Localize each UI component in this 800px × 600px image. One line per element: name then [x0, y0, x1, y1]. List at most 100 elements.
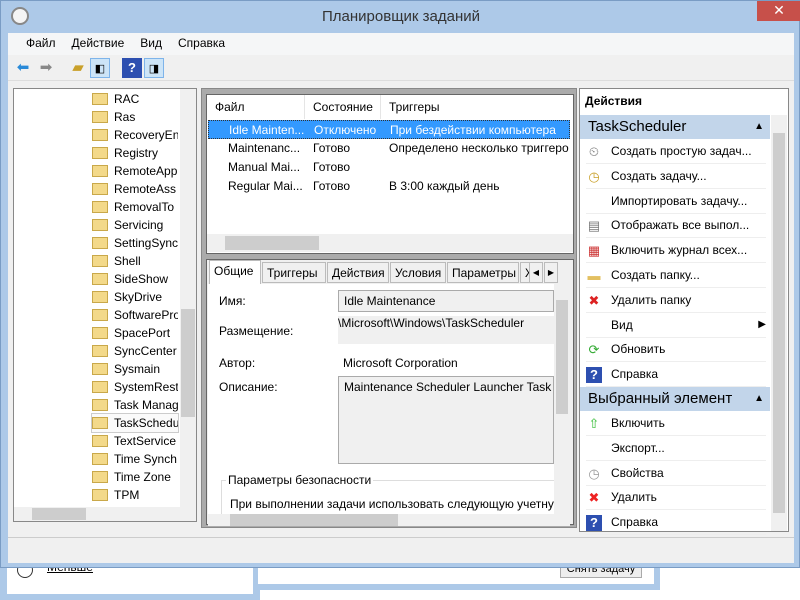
- action-item[interactable]: ⇧ Включить: [586, 411, 766, 436]
- tree-item[interactable]: Time Zone: [92, 468, 178, 486]
- tree-item[interactable]: SettingSync: [92, 234, 178, 252]
- column-header-triggers[interactable]: Триггеры: [381, 95, 571, 119]
- tree-item-label: RemoteAss: [114, 182, 177, 196]
- tree-item[interactable]: Task Manag: [92, 396, 178, 414]
- action-item[interactable]: ✖ Удалить: [586, 485, 766, 511]
- collapse-icon[interactable]: ▲: [754, 387, 764, 411]
- tree-item[interactable]: RemoteApp: [92, 162, 178, 180]
- description-field[interactable]: Maintenance Scheduler Launcher Task: [338, 376, 554, 464]
- cell-state: Готово: [313, 160, 351, 174]
- tab-1[interactable]: Триггеры: [262, 262, 326, 283]
- help-icon: ?: [586, 515, 602, 532]
- cell-name: Manual Mai...: [228, 160, 301, 174]
- cell-name: Regular Mai...: [228, 179, 303, 193]
- tree-item[interactable]: RemoteAss: [92, 180, 178, 198]
- tree-item[interactable]: Sysmain: [92, 360, 178, 378]
- action-label: Создать задачу...: [611, 168, 707, 183]
- menu-view[interactable]: Вид: [132, 33, 170, 55]
- folder-icon: [92, 399, 108, 411]
- tree-item[interactable]: RecoveryEn: [92, 126, 178, 144]
- action-item[interactable]: ? Справка: [586, 510, 766, 536]
- refresh-icon: ⟳: [588, 342, 600, 358]
- folder-icon: [92, 129, 108, 141]
- tree-item[interactable]: SideShow: [92, 270, 178, 288]
- tab-scroll-left[interactable]: ◀: [529, 262, 543, 283]
- group-header-selected-item[interactable]: Выбранный элемент ▲: [580, 387, 770, 411]
- tab-4[interactable]: Параметры: [447, 262, 519, 283]
- name-field[interactable]: Idle Maintenance: [338, 290, 554, 312]
- tree-item[interactable]: TextService: [92, 432, 178, 450]
- forward-icon[interactable]: ➡: [36, 58, 56, 78]
- author-field[interactable]: Microsoft Corporation: [338, 356, 554, 370]
- tree-item[interactable]: Shell: [92, 252, 178, 270]
- action-item[interactable]: ▬ Создать папку...: [586, 263, 766, 288]
- action-item[interactable]: ▦ Включить журнал всех...: [586, 238, 766, 264]
- menu-file[interactable]: Файл: [18, 33, 64, 55]
- action-item[interactable]: ✖ Удалить папку: [586, 288, 766, 313]
- menu-action[interactable]: Действие: [64, 33, 133, 55]
- table-row[interactable]: Regular Mai... Готово В 3:00 каждый день: [208, 177, 570, 196]
- tree-item-label: Ras: [114, 110, 136, 124]
- folder-icon: [92, 165, 108, 177]
- tree-item[interactable]: TPM: [92, 486, 178, 504]
- tree-item[interactable]: SoftwarePro: [92, 306, 178, 324]
- tree-item-label: RecoveryEn: [114, 128, 178, 142]
- folder-icon: [92, 111, 108, 123]
- folder-up-icon[interactable]: ▰: [68, 58, 88, 78]
- tab-2[interactable]: Действия: [327, 262, 389, 283]
- tab-3[interactable]: Условия: [390, 262, 446, 283]
- tree-horizontal-scrollbar[interactable]: [14, 507, 196, 521]
- back-icon[interactable]: ⬅: [13, 58, 33, 78]
- table-row[interactable]: Manual Mai... Готово: [208, 158, 570, 177]
- action-item[interactable]: Вид ▶: [586, 313, 766, 338]
- action-item[interactable]: ◷ Создать задачу...: [586, 164, 766, 189]
- task-list: Файл Состояние Триггеры Idle Mainten... О…: [206, 94, 574, 254]
- action-item[interactable]: ? Справка: [586, 362, 766, 388]
- tree-item[interactable]: Ras: [92, 108, 178, 126]
- tree-item-label: SystemRest: [114, 380, 178, 394]
- column-header-state[interactable]: Состояние: [305, 95, 381, 119]
- table-row[interactable]: Maintenanc... Готово Определено несколько …: [208, 139, 570, 158]
- tree-item[interactable]: SystemRest: [92, 378, 178, 396]
- tree-item[interactable]: Registry: [92, 144, 178, 162]
- tab-0[interactable]: Общие: [209, 260, 261, 285]
- table-row[interactable]: Idle Mainten... Отключено При бездействии …: [208, 120, 570, 139]
- action-item[interactable]: ⏲ Создать простую задач...: [586, 139, 766, 164]
- tree-item[interactable]: Servicing: [92, 216, 178, 234]
- help-icon[interactable]: ?: [122, 58, 142, 78]
- list-horizontal-scrollbar[interactable]: [207, 234, 573, 252]
- tree-item[interactable]: SkyDrive: [92, 288, 178, 306]
- details-horizontal-scrollbar[interactable]: [208, 514, 570, 526]
- close-button[interactable]: ✕: [757, 1, 800, 21]
- menu-help[interactable]: Справка: [170, 33, 233, 55]
- tab-scroll-right[interactable]: ▶: [544, 262, 558, 283]
- action-item[interactable]: ◷ Свойства: [586, 461, 766, 486]
- action-label: Вид: [611, 317, 633, 332]
- column-header-name[interactable]: Файл: [207, 95, 305, 119]
- details-vertical-scrollbar[interactable]: [554, 284, 570, 514]
- location-field[interactable]: \Microsoft\Windows\TaskScheduler: [338, 316, 554, 344]
- author-label: Автор:: [219, 356, 256, 370]
- actions-vertical-scrollbar[interactable]: [771, 115, 787, 531]
- cell-state: Отключено: [314, 123, 377, 137]
- tree-item[interactable]: RAC: [92, 90, 178, 108]
- action-item[interactable]: ⟳ Обновить: [586, 337, 766, 363]
- action-item[interactable]: Экспорт...: [586, 436, 766, 461]
- folder-icon: [92, 363, 108, 375]
- group-header-taskscheduler[interactable]: TaskScheduler ▲: [580, 115, 770, 139]
- action-label: Отображать все выпол...: [611, 218, 750, 233]
- center-pane: Файл Состояние Триггеры Idle Mainten... О…: [201, 88, 577, 528]
- tree-item[interactable]: TaskSchedu: [91, 413, 179, 433]
- tree-item[interactable]: SpacePort: [92, 324, 178, 342]
- tree-item[interactable]: Time Synch: [92, 450, 178, 468]
- action-item[interactable]: ▤ Отображать все выпол...: [586, 213, 766, 239]
- actions-title: Действия: [585, 94, 643, 108]
- tree-item[interactable]: SyncCenter: [92, 342, 178, 360]
- tree-vertical-scrollbar[interactable]: [180, 89, 196, 507]
- collapse-icon[interactable]: ▲: [754, 115, 764, 139]
- tree-item[interactable]: RemovalTo: [92, 198, 178, 216]
- action-item[interactable]: Импортировать задачу...: [586, 189, 766, 214]
- console-tree-icon[interactable]: ◧: [90, 58, 110, 78]
- name-label: Имя:: [219, 294, 246, 308]
- action-pane-icon[interactable]: ◨: [144, 58, 164, 78]
